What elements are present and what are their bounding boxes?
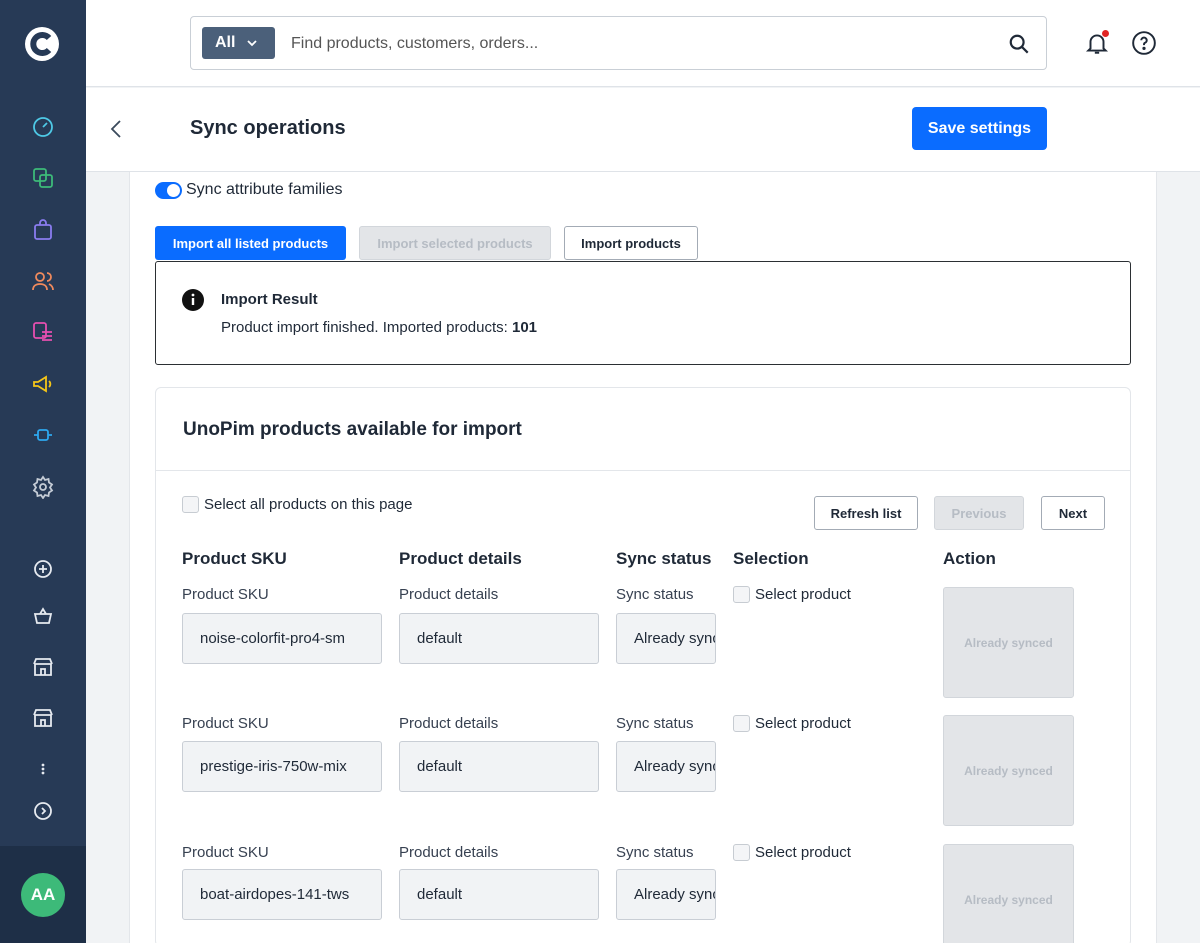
search-input[interactable] <box>291 31 991 57</box>
settings-icon[interactable] <box>29 473 57 501</box>
status-label: Sync status <box>616 586 694 603</box>
status-label: Sync status <box>616 844 694 861</box>
sidebar: AA <box>0 0 86 943</box>
sku-label: Product SKU <box>182 844 269 861</box>
divider <box>156 470 1130 471</box>
status-field[interactable]: Already synced <box>616 613 716 664</box>
already-synced-button: Already synced <box>943 587 1074 698</box>
result-count: 101 <box>511 319 538 336</box>
details-field[interactable]: default <box>399 869 599 920</box>
page-header: Sync operations Save settings <box>86 88 1200 172</box>
result-title: Import Result <box>221 291 318 308</box>
search-scope-dropdown[interactable]: All <box>202 27 275 59</box>
products-panel: UnoPim products available for import Sel… <box>155 387 1131 943</box>
result-message: Product import finished. Imported produc… <box>221 319 537 336</box>
more-icon[interactable] <box>29 755 57 783</box>
topbar: All <box>86 0 1200 87</box>
info-icon <box>182 289 204 311</box>
next-button[interactable]: Next <box>1041 496 1105 530</box>
notification-dot <box>1102 30 1109 37</box>
select-all-checkbox[interactable] <box>182 496 199 513</box>
help-icon[interactable] <box>1131 30 1157 56</box>
dashboard-icon[interactable] <box>29 113 57 141</box>
sku-label: Product SKU <box>182 715 269 732</box>
column-header-sku: Product SKU <box>182 549 287 568</box>
select-product-row[interactable]: Select product <box>733 715 851 732</box>
megaphone-icon[interactable] <box>29 370 57 398</box>
select-all-checkbox-row[interactable]: Select all products on this page <box>182 496 412 513</box>
select-product-checkbox[interactable] <box>733 715 750 732</box>
details-label: Product details <box>399 586 499 603</box>
details-field[interactable]: default <box>399 613 599 664</box>
select-product-row[interactable]: Select product <box>733 586 851 603</box>
search-box: All <box>190 16 1047 70</box>
column-header-action: Action <box>943 549 996 568</box>
result-message-text: Product import finished. Imported produc… <box>221 319 508 336</box>
chevron-right-circle-icon[interactable] <box>29 797 57 825</box>
details-label: Product details <box>399 844 499 861</box>
column-header-status: Sync status <box>616 549 712 568</box>
plug-icon[interactable] <box>29 421 57 449</box>
save-settings-button[interactable]: Save settings <box>912 107 1047 150</box>
logo-icon[interactable] <box>22 24 62 64</box>
select-product-label: Select product <box>755 844 851 861</box>
select-product-checkbox[interactable] <box>733 844 750 861</box>
panel-title: UnoPim products available for import <box>183 419 522 440</box>
column-header-details: Product details <box>399 549 522 568</box>
sku-label: Product SKU <box>182 586 269 603</box>
status-label: Sync status <box>616 715 694 732</box>
search-scope-label: All <box>215 34 236 51</box>
avatar[interactable]: AA <box>21 873 65 917</box>
search-icon[interactable] <box>1008 33 1030 55</box>
status-field[interactable]: Already synced <box>616 869 716 920</box>
store-alt-icon[interactable] <box>29 704 57 732</box>
sync-attribute-families-toggle[interactable]: Sync attribute families <box>155 181 343 199</box>
column-header-selection: Selection <box>733 549 809 568</box>
import-products-button[interactable]: Import products <box>564 226 698 260</box>
customers-icon[interactable] <box>29 267 57 295</box>
sku-field[interactable]: prestige-iris-750w-mix <box>182 741 382 792</box>
toggle-switch[interactable] <box>155 181 182 199</box>
select-product-row[interactable]: Select product <box>733 844 851 861</box>
select-all-label: Select all products on this page <box>204 496 413 513</box>
previous-button: Previous <box>934 496 1024 530</box>
details-label: Product details <box>399 715 499 732</box>
already-synced-button: Already synced <box>943 715 1074 826</box>
copy-icon[interactable] <box>29 164 57 192</box>
page-title: Sync operations <box>190 117 346 139</box>
list-icon[interactable] <box>29 318 57 346</box>
store-icon[interactable] <box>29 653 57 681</box>
status-field[interactable]: Already synced <box>616 741 716 792</box>
toggle-label: Sync attribute families <box>186 181 343 198</box>
select-product-label: Select product <box>755 586 851 603</box>
import-selected-button: Import selected products <box>359 226 551 260</box>
import-result-box: Import Result Product import finished. I… <box>155 261 1131 365</box>
shopping-bag-icon[interactable] <box>29 216 57 244</box>
select-product-checkbox[interactable] <box>733 586 750 603</box>
details-field[interactable]: default <box>399 741 599 792</box>
basket-icon[interactable] <box>29 602 57 630</box>
chevron-down-icon <box>247 40 258 47</box>
already-synced-button: Already synced <box>943 844 1074 943</box>
import-all-button[interactable]: Import all listed products <box>155 226 346 260</box>
back-arrow-icon[interactable] <box>106 118 126 140</box>
plus-circle-icon[interactable] <box>29 555 57 583</box>
select-product-label: Select product <box>755 715 851 732</box>
sku-field[interactable]: boat-airdopes-141-tws <box>182 869 382 920</box>
refresh-list-button[interactable]: Refresh list <box>814 496 918 530</box>
sku-field[interactable]: noise-colorfit-pro4-sm <box>182 613 382 664</box>
